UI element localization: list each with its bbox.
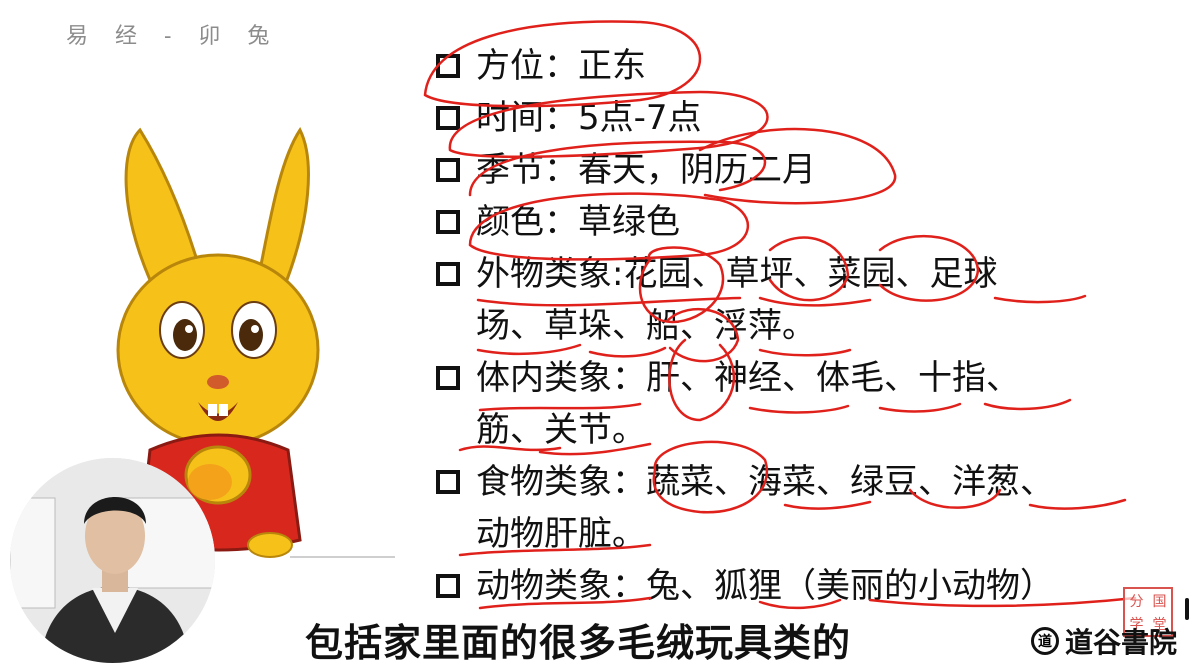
list-item-label: 季节：春天，阴历二月	[476, 150, 816, 190]
list-item-label: 体内类象：肝、神经、体毛、十指、	[476, 358, 1020, 398]
list-item-time: 时间：5点-7点	[432, 92, 1172, 144]
list-item-label: 时间：5点-7点	[476, 98, 702, 138]
list-item-external-images: 外物类象:花园、草坪、菜园、足球 场、草垛、船、浮萍。	[432, 248, 1172, 352]
list-item-food-images: 食物类象：蔬菜、海菜、绿豆、洋葱、 动物肝脏。	[432, 456, 1172, 560]
list-item-label-continued: 动物肝脏。	[476, 514, 646, 554]
list-item-animal-images: 动物类象：兔、狐狸（美丽的小动物）	[432, 560, 1172, 612]
list-item-label-continued: 场、草垛、船、浮萍。	[476, 306, 816, 346]
seal-char: 国	[1152, 593, 1167, 610]
square-bullet-icon	[436, 574, 460, 598]
square-bullet-icon	[436, 54, 460, 78]
list-item-direction: 方位：正东	[432, 40, 1172, 92]
list-item-label: 方位：正东	[476, 46, 646, 86]
slide-header: 易 经 - 卯 兔	[66, 24, 280, 49]
watermark-text: 道谷書院	[1064, 626, 1177, 659]
list-item-label: 食物类象：蔬菜、海菜、绿豆、洋葱、	[476, 462, 1054, 502]
square-bullet-icon	[436, 210, 460, 234]
list-item-label: 动物类象：兔、狐狸（美丽的小动物）	[476, 566, 1054, 606]
daogu-logo-icon: 道	[1030, 627, 1059, 655]
seal-char: 分	[1129, 593, 1144, 610]
list-item-label: 颜色：草绿色	[476, 202, 680, 242]
scrollbar-handle[interactable]	[1185, 598, 1189, 620]
square-bullet-icon	[436, 262, 460, 286]
slide-divider	[290, 556, 395, 558]
square-bullet-icon	[436, 470, 460, 494]
list-item-body-images: 体内类象：肝、神经、体毛、十指、 筋、关节。	[432, 352, 1172, 456]
video-subtitle: 包括家里面的很多毛绒玩具类的	[305, 621, 852, 665]
list-item-color: 颜色：草绿色	[432, 196, 1172, 248]
list-item-season: 季节：春天，阴历二月	[432, 144, 1172, 196]
square-bullet-icon	[436, 366, 460, 390]
channel-watermark: 道 道谷書院	[1030, 621, 1177, 661]
square-bullet-icon	[436, 158, 460, 182]
presenter-webcam	[10, 458, 215, 663]
list-item-label-continued: 筋、关节。	[476, 410, 646, 450]
list-item-label: 外物类象:花园、草坪、菜园、足球	[476, 254, 998, 294]
square-bullet-icon	[436, 106, 460, 130]
attribute-list: 方位：正东 时间：5点-7点 季节：春天，阴历二月 颜色：草绿色 外物类象:花园…	[432, 40, 1172, 612]
